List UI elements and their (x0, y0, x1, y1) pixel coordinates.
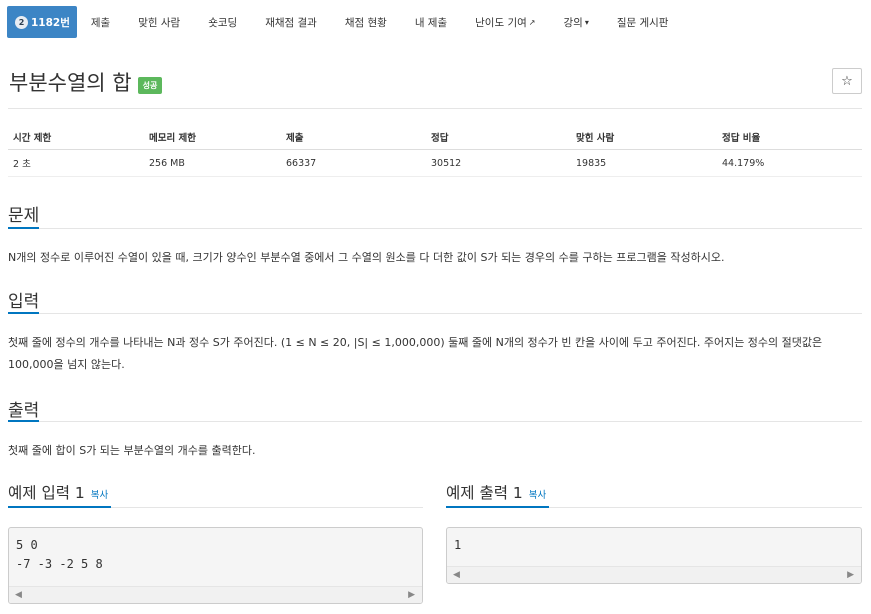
tab-short-coding[interactable]: 숏코딩 (194, 6, 251, 38)
tab-label: 숏코딩 (208, 16, 238, 29)
tab-label: 채점 현황 (344, 16, 387, 29)
tab-my-submissions[interactable]: 내 제출 (401, 6, 461, 38)
tab-solved-users[interactable]: 맞힌 사람 (124, 6, 194, 38)
sample-output-title: 예제 출력 1 복사 (446, 481, 546, 503)
scroll-left-icon[interactable]: ◀ (15, 590, 22, 600)
problem-info-table: 시간 제한 메모리 제한 제출 정답 맞힌 사람 정답 비율 2 초 256 M… (8, 125, 862, 177)
sample-input-title: 예제 입력 1 복사 (8, 481, 108, 503)
section-underline (8, 312, 39, 314)
output-section-title: 출력 (8, 401, 40, 421)
divider (8, 108, 862, 109)
tab-status[interactable]: 채점 현황 (331, 6, 401, 38)
sample-output-text: 1 (454, 538, 462, 552)
tab-label: 내 제출 (414, 16, 448, 29)
header-time-limit: 시간 제한 (13, 133, 52, 144)
section-underline (446, 506, 549, 508)
memory-limit-value: 256 MB (149, 157, 185, 169)
copy-output-link[interactable]: 복사 (529, 490, 546, 501)
time-limit-value: 2 초 (13, 159, 31, 170)
accept-rate-value: 44.179% (722, 157, 765, 169)
divider (8, 313, 862, 314)
section-underline (8, 506, 111, 508)
horizontal-scrollbar[interactable]: ◀ ▶ (9, 586, 422, 603)
favorite-star-button[interactable]: ☆ (832, 68, 862, 94)
tab-difficulty-contribution[interactable]: 난이도 기여 ↗ (461, 6, 549, 38)
sample-output-label: 예제 출력 1 (446, 484, 523, 502)
header-solved-users: 맞힌 사람 (576, 133, 615, 144)
tab-label: 질문 게시판 (616, 16, 669, 29)
problem-section-title: 문제 (8, 206, 40, 226)
horizontal-scrollbar[interactable]: ◀ ▶ (447, 566, 861, 583)
header-memory-limit: 메모리 제한 (149, 133, 197, 144)
scroll-right-icon[interactable]: ▶ (847, 570, 854, 580)
sample-input-label: 예제 입력 1 (8, 484, 85, 502)
tab-label: 난이도 기여 (475, 16, 527, 29)
divider (8, 421, 862, 422)
tab-label: 강의 (563, 16, 583, 29)
star-icon: ☆ (841, 73, 853, 89)
tab-label: 1182번 (31, 16, 70, 29)
solved-users-value: 19835 (576, 157, 607, 169)
submissions-value: 66337 (286, 157, 317, 169)
divider (8, 228, 862, 229)
sample-input-box[interactable]: 5 0 -7 -3 -2 5 8 ◀ ▶ (8, 527, 423, 604)
table-row: 2 초 256 MB 66337 30512 19835 44.179% (8, 150, 862, 177)
header-accepted: 정답 (431, 133, 449, 144)
caret-down-icon: ▾ (584, 17, 589, 27)
tab-submit[interactable]: 제출 (77, 6, 124, 38)
table-header-row: 시간 제한 메모리 제한 제출 정답 맞힌 사람 정답 비율 (8, 125, 862, 150)
header-submissions: 제출 (286, 133, 304, 144)
scroll-left-icon[interactable]: ◀ (453, 570, 460, 580)
tab-question-board[interactable]: 질문 게시판 (603, 6, 683, 38)
accepted-value: 30512 (431, 157, 462, 169)
input-description: 첫째 줄에 정수의 개수를 나타내는 N과 정수 S가 주어진다. (1 ≤ N… (8, 336, 823, 371)
copy-input-link[interactable]: 복사 (91, 490, 108, 501)
problem-menu: 2 1182번 제출 맞힌 사람 숏코딩 재채점 결과 채점 현황 내 제출 난… (7, 6, 864, 38)
sample-input-text: 5 0 -7 -3 -2 5 8 (16, 538, 103, 571)
external-link-icon: ↗ (528, 17, 536, 27)
sample-output-box[interactable]: 1 ◀ ▶ (446, 527, 862, 584)
tab-label: 제출 (90, 16, 111, 29)
section-underline (8, 420, 39, 422)
tab-rejudge-results[interactable]: 재채점 결과 (251, 6, 331, 38)
input-section-title: 입력 (8, 292, 40, 312)
tab-label: 재채점 결과 (265, 16, 317, 29)
tab-problem[interactable]: 2 1182번 (7, 6, 77, 38)
page-title: 부분수열의 합 (9, 71, 132, 95)
problem-description: N개의 정수로 이루어진 수열이 있을 때, 크기가 양수인 부분수열 중에서 … (8, 251, 725, 264)
section-underline (8, 227, 39, 229)
output-description: 첫째 줄에 합이 S가 되는 부분수열의 개수를 출력한다. (8, 444, 256, 457)
tier-badge-icon: 2 (15, 15, 28, 29)
tab-label: 맞힌 사람 (138, 16, 181, 29)
scroll-right-icon[interactable]: ▶ (408, 590, 415, 600)
problem-header: 부분수열의 합 성공 (9, 67, 163, 97)
status-badge: 성공 (137, 76, 163, 94)
header-accept-rate: 정답 비율 (722, 133, 761, 144)
tab-lectures[interactable]: 강의 ▾ (549, 6, 602, 38)
